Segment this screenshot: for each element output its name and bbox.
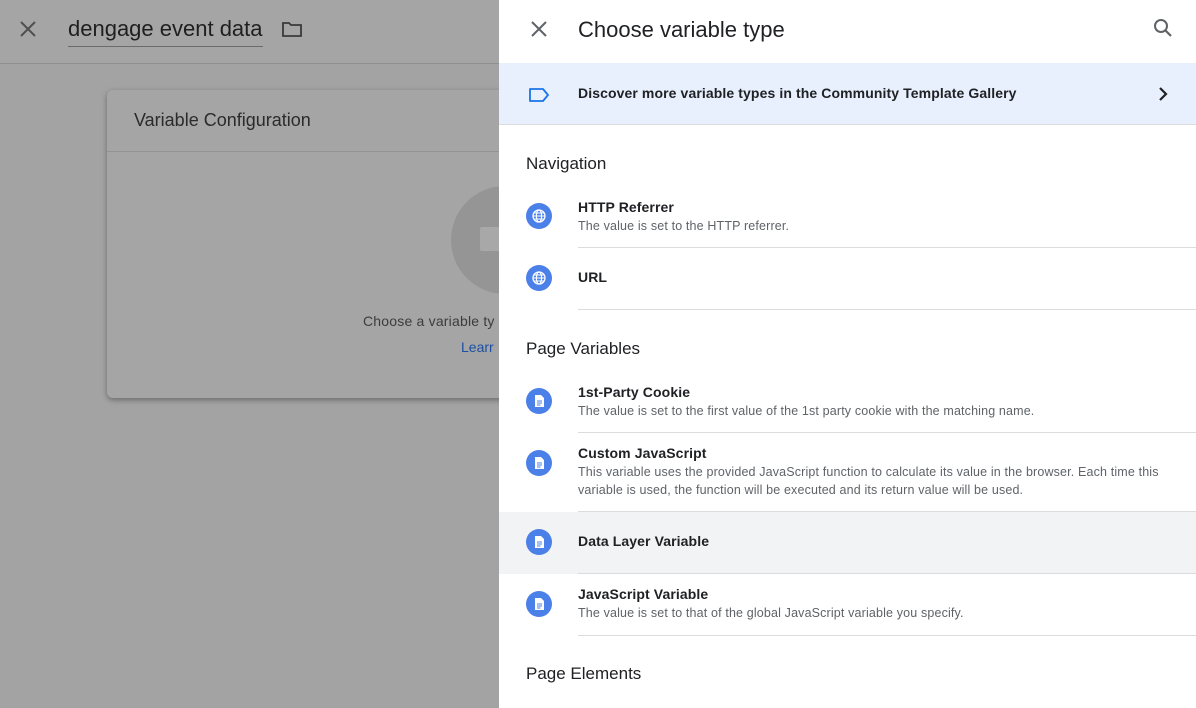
item-title: JavaScript Variable [578, 586, 709, 602]
variable-type-url[interactable]: URL [499, 248, 1196, 310]
variable-name-field[interactable]: dengage event data [68, 16, 263, 47]
variable-type-http-referrer[interactable]: HTTP Referrer The value is set to the HT… [499, 186, 1196, 248]
variable-type-data-layer-variable[interactable]: Data Layer Variable [499, 512, 1196, 574]
variable-configuration-card: Variable Configuration Choose a variable… [107, 90, 527, 398]
document-icon [526, 450, 552, 476]
section-page-elements: Page Elements [526, 664, 642, 683]
tag-icon [529, 88, 549, 102]
section-navigation: Navigation [526, 154, 607, 173]
close-icon[interactable] [527, 17, 551, 41]
item-title: Data Layer Variable [578, 533, 710, 549]
panel-header: Choose variable type [499, 0, 1196, 63]
card-title: Variable Configuration [134, 110, 311, 130]
panel-title: Choose variable type [578, 17, 785, 42]
close-icon[interactable] [16, 17, 40, 41]
variable-type-custom-javascript[interactable]: Custom JavaScript This variable uses the… [499, 433, 1196, 512]
community-gallery-banner[interactable]: Discover more variable types in the Comm… [499, 63, 1196, 125]
item-title: HTTP Referrer [578, 199, 674, 215]
chevron-right-icon [1159, 87, 1168, 101]
choose-variable-type-panel: Choose variable type Discover more varia… [499, 0, 1196, 708]
section-page-variables: Page Variables [526, 339, 641, 358]
item-description: The value is set to that of the global J… [578, 606, 964, 620]
item-title: Custom JavaScript [578, 445, 707, 461]
document-icon [526, 591, 552, 617]
document-icon [526, 388, 552, 414]
learn-more-link[interactable]: Learr [461, 339, 494, 355]
globe-icon [526, 265, 552, 291]
search-icon[interactable] [1151, 16, 1175, 40]
item-description: The value is set to the HTTP referrer. [578, 219, 790, 233]
globe-icon [526, 203, 552, 229]
variable-type-javascript-variable[interactable]: JavaScript Variable The value is set to … [499, 574, 1196, 636]
variable-type-1st-party-cookie[interactable]: 1st-Party Cookie The value is set to the… [499, 371, 1196, 433]
folder-icon[interactable] [280, 17, 304, 41]
item-description: This variable uses the provided JavaScri… [578, 465, 1159, 497]
item-description: The value is set to the first value of t… [578, 404, 1035, 418]
document-icon [526, 529, 552, 555]
card-divider [107, 151, 527, 152]
item-title: 1st-Party Cookie [578, 384, 691, 400]
divider [578, 309, 1196, 310]
banner-text: Discover more variable types in the Comm… [578, 85, 1017, 101]
choose-variable-prompt: Choose a variable ty [363, 313, 495, 329]
divider [578, 635, 1196, 636]
item-title: URL [578, 269, 608, 285]
